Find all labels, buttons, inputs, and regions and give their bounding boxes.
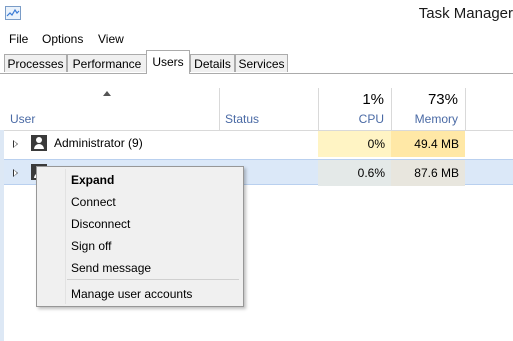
menu-bar: File Options View [0,30,513,48]
column-header-memory[interactable]: Memory [415,112,458,126]
table-row[interactable]: Administrator (9) 0% 49.4 MB [0,131,513,157]
menu-separator [67,279,239,280]
sort-up-icon [103,91,111,96]
tab-details[interactable]: Details [190,54,235,72]
user-icon [31,135,47,151]
column-divider[interactable] [219,88,220,130]
tab-strip: Processes Performance Users Details Serv… [0,50,513,74]
menu-options[interactable]: Options [42,32,83,46]
column-divider[interactable] [318,88,319,130]
memory-cell: 87.6 MB [391,160,465,186]
menu-gutter [65,169,66,304]
user-name: Administrator (9) [54,136,143,150]
column-divider[interactable] [391,88,392,130]
tab-performance[interactable]: Performance [67,54,147,72]
task-manager-app-icon [5,6,21,20]
left-edge-strip [0,130,4,341]
tab-users[interactable]: Users [146,50,190,74]
context-menu-connect[interactable]: Connect [71,195,116,209]
cpu-cell: 0.6% [318,160,391,186]
context-menu-manage-user-accounts[interactable]: Manage user accounts [71,287,192,301]
context-menu-sign-off[interactable]: Sign off [71,239,111,253]
memory-total-percent: 73% [427,91,458,108]
column-divider[interactable] [465,88,466,130]
column-header-status[interactable]: Status [225,112,259,126]
column-header-cpu[interactable]: CPU [359,112,384,126]
context-menu-disconnect[interactable]: Disconnect [71,217,130,231]
title-bar: Task Manager [0,0,513,28]
column-header-user[interactable]: User [10,112,35,126]
column-header-row: User Status 1% CPU 73% Memory [0,74,513,131]
menu-file[interactable]: File [9,32,28,46]
tab-services[interactable]: Services [235,54,288,72]
cpu-total-percent: 1% [362,91,384,108]
expand-arrow-icon[interactable] [13,140,18,148]
context-menu-send-message[interactable]: Send message [71,261,151,275]
context-menu: Expand Connect Disconnect Sign off Send … [36,166,244,307]
memory-cell: 49.4 MB [391,131,465,157]
expand-arrow-icon[interactable] [13,169,18,177]
cpu-cell: 0% [318,131,391,157]
window-title: Task Manager [418,5,513,22]
context-menu-expand[interactable]: Expand [71,173,114,187]
menu-view[interactable]: View [98,32,124,46]
tab-processes[interactable]: Processes [4,54,67,72]
